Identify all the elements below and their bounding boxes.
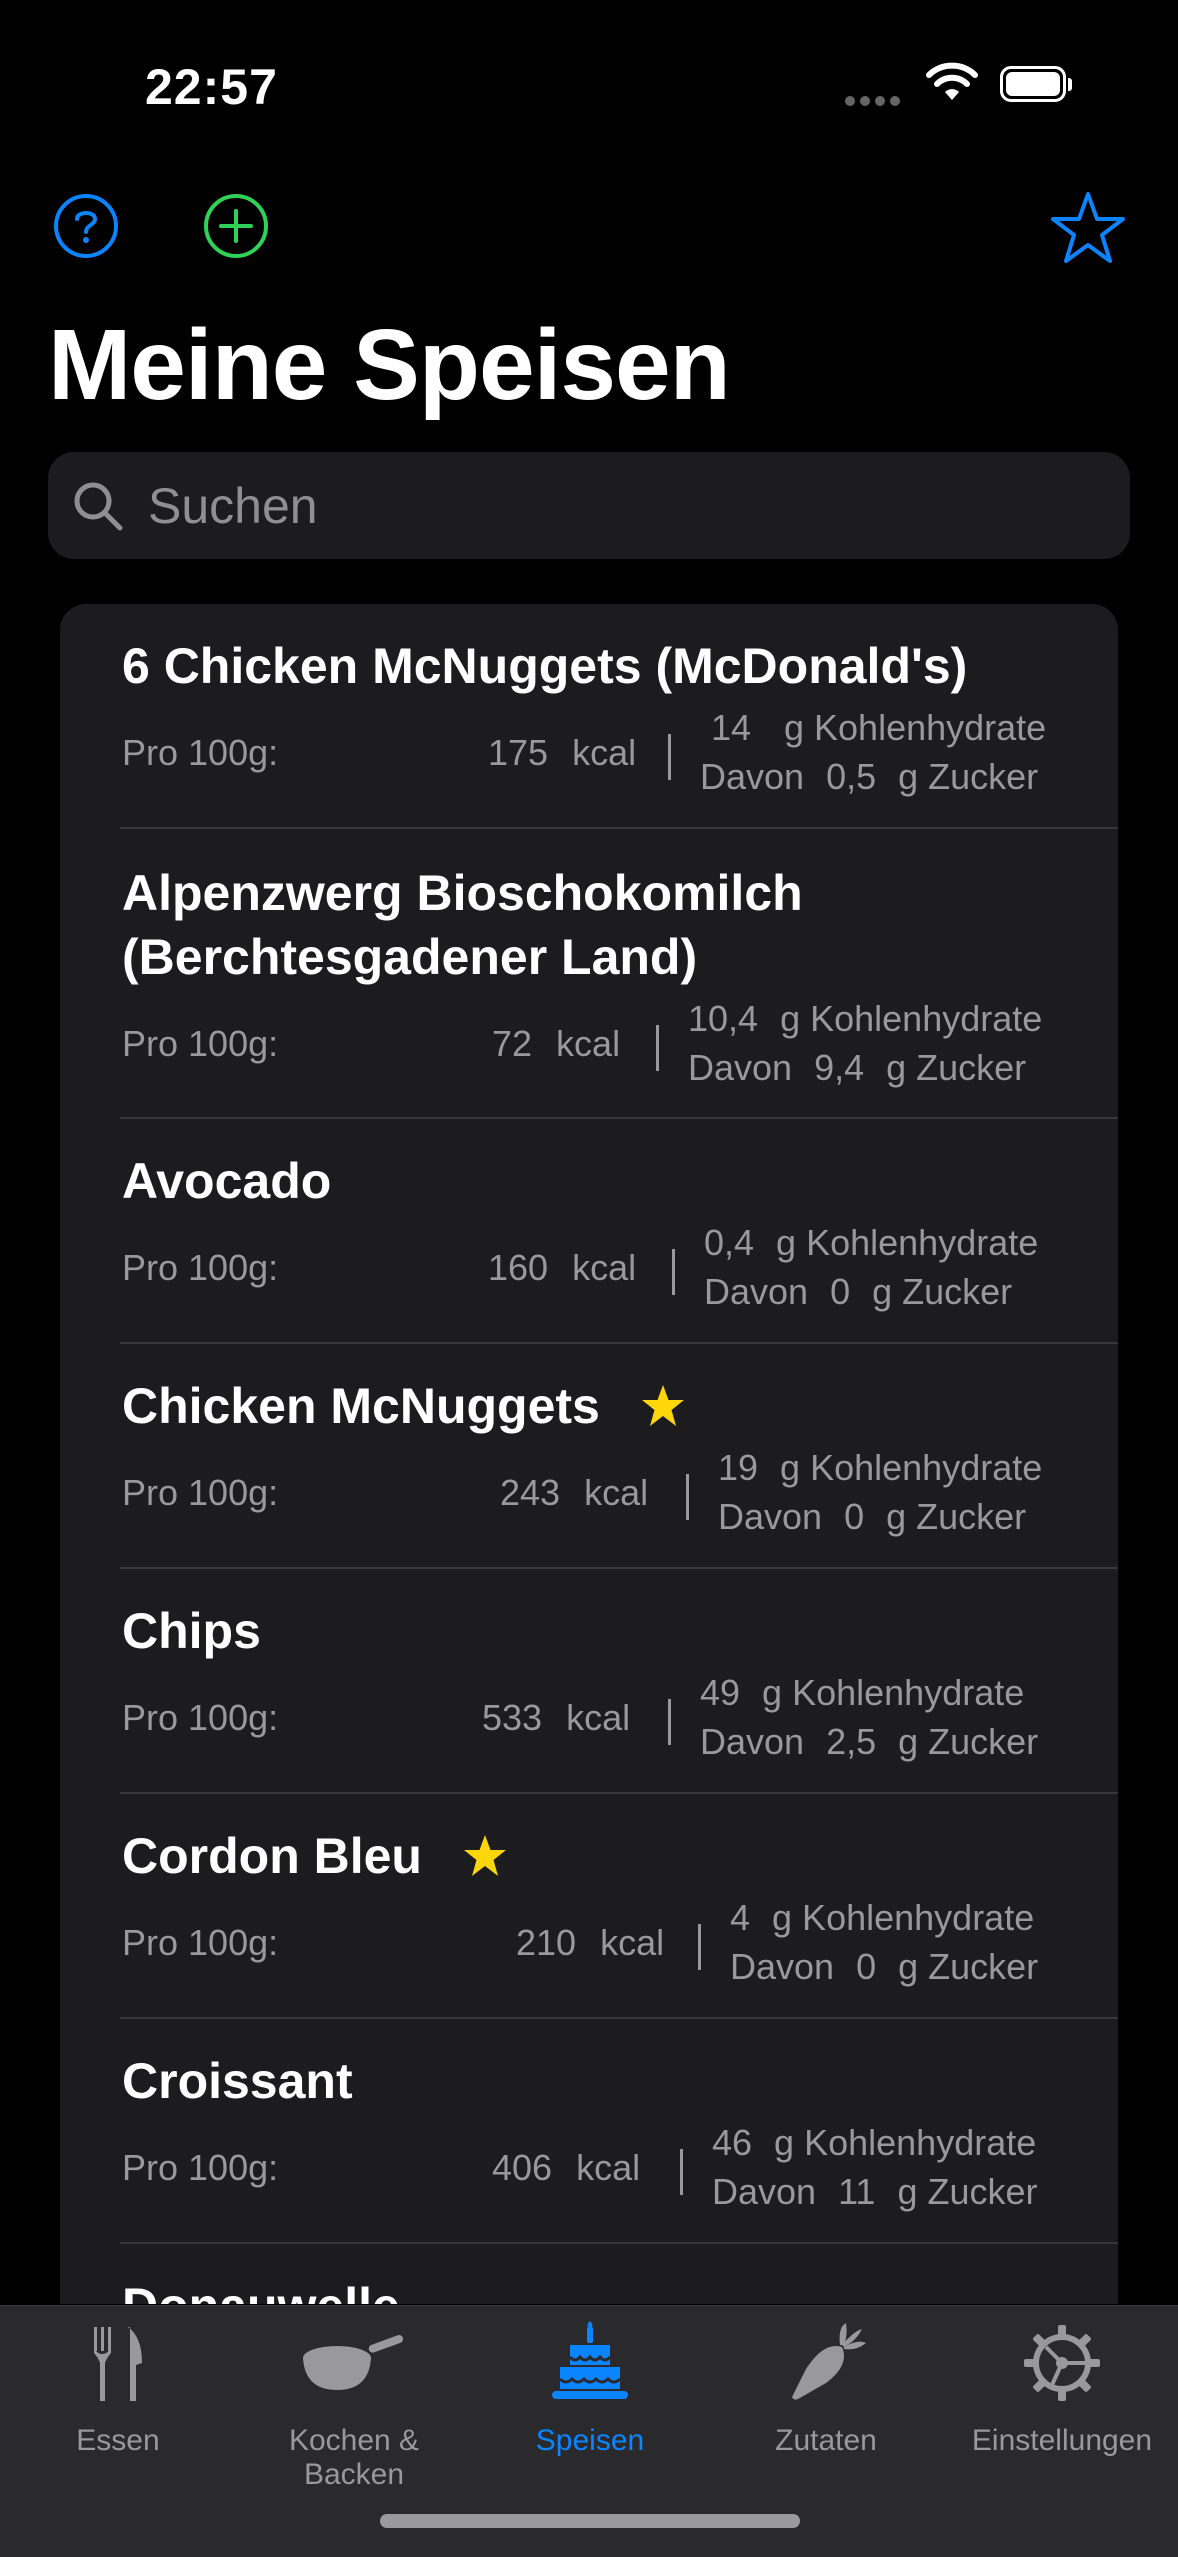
kcal-value: 533 kcal xyxy=(482,1697,631,1738)
add-icon xyxy=(204,194,268,258)
help-button[interactable] xyxy=(53,193,119,259)
fork-knife-icon xyxy=(0,2318,236,2408)
kcal-value: 210 kcal xyxy=(516,1922,665,1963)
item-name: Avocado xyxy=(122,1153,332,1209)
separator xyxy=(698,1924,701,1970)
kcal-value: 160 kcal xyxy=(488,1247,637,1288)
list-item[interactable]: Alpenzwerg Bioschokomilch (Berchtesgaden… xyxy=(60,829,1118,1119)
gear-icon xyxy=(944,2318,1178,2408)
cake-icon xyxy=(472,2318,708,2408)
separator xyxy=(656,1025,659,1071)
help-icon xyxy=(54,194,118,258)
carbs-info: 49 g Kohlenhydrate Davon 2,5 g Zucker xyxy=(700,1672,1039,1762)
list-item[interactable]: Donauwelle xyxy=(60,2244,1118,2304)
status-bar: 22:57 xyxy=(0,0,1178,170)
wifi-icon xyxy=(925,62,979,107)
carbs-info: 4g Kohlenhydrate Davon 0 g Zucker xyxy=(730,1897,1039,1987)
per-100g-label: Pro 100g: xyxy=(122,1247,279,1288)
item-name: Donauwelle xyxy=(122,2274,400,2304)
carbs-info: 10,4 g Kohlenhydrate Davon 9,4 g Zucker xyxy=(688,998,1043,1088)
favorites-button[interactable] xyxy=(1050,190,1126,266)
carbs-info: 0,4 g Kohlenhydrate Davon 0 g Zucker xyxy=(704,1222,1039,1312)
tab-essen[interactable]: Essen xyxy=(0,2306,236,2486)
separator xyxy=(668,734,671,780)
per-100g-label: Pro 100g: xyxy=(122,1023,279,1064)
tab-einstellungen[interactable]: Einstellungen xyxy=(944,2306,1178,2486)
battery-icon xyxy=(1000,66,1072,106)
kcal-value: 406 kcal xyxy=(492,2147,641,2188)
item-name: Chips xyxy=(122,1603,261,1659)
item-name: Cordon Bleu xyxy=(122,1824,508,1888)
item-name: 6 Chicken McNuggets (McDonald's) xyxy=(122,638,968,694)
kcal-value: 175 kcal xyxy=(488,732,637,773)
item-name: Chicken McNuggets xyxy=(122,1374,686,1438)
kcal-value: 72 kcal xyxy=(492,1023,621,1064)
add-button[interactable] xyxy=(203,193,269,259)
search-input[interactable] xyxy=(146,475,1050,536)
separator xyxy=(672,1249,675,1295)
list-item[interactable]: Avocado Pro 100g: 160 kcal 0,4 g Kohlenhyd… xyxy=(60,1119,1118,1344)
favorites-star-icon xyxy=(1051,192,1125,263)
per-100g-label: Pro 100g: xyxy=(122,1922,279,1963)
page-title: Meine Speisen xyxy=(48,309,731,421)
list-item[interactable]: Cordon Bleu Pro 100g: 210 kcal 4g Kohlenh… xyxy=(60,1794,1118,2019)
favorite-star-icon xyxy=(463,1834,506,1876)
per-100g-label: Pro 100g: xyxy=(122,1472,279,1513)
per-100g-label: Pro 100g: xyxy=(122,732,279,773)
list-item[interactable]: Croissant Pro 100g: 406 kcal 46 g Kohlenhy… xyxy=(60,2019,1118,2244)
tab-label: Speisen xyxy=(535,2424,645,2457)
cellular-signal-icon xyxy=(845,93,905,106)
favorite-star-icon xyxy=(641,1384,684,1426)
per-100g-label: Pro 100g: xyxy=(122,2147,279,2188)
frying-pan-icon xyxy=(236,2318,472,2408)
tab-kochen-backen[interactable]: Kochen & Backen xyxy=(236,2306,472,2491)
list-item[interactable]: Chips Pro 100g: 533 kcal 49 g Kohlenhydrat… xyxy=(60,1569,1118,1794)
search-bar[interactable] xyxy=(48,452,1130,559)
item-name-line2: (Berchtesgadener Land) xyxy=(122,929,698,985)
tab-label: Essen xyxy=(76,2424,160,2457)
separator xyxy=(680,2149,683,2195)
carbs-info: 46 g Kohlenhydrate Davon 11 g Zucker xyxy=(712,2122,1038,2212)
item-name: Croissant xyxy=(122,2053,353,2109)
list-item[interactable]: Chicken McNuggets Pro 100g: 243 kcal 19 g … xyxy=(60,1344,1118,1569)
tab-label: Einstellungen xyxy=(971,2424,1153,2457)
list-item[interactable]: 6 Chicken McNuggets (McDonald's) Pro 100… xyxy=(60,604,1118,829)
separator xyxy=(686,1474,689,1520)
home-indicator[interactable] xyxy=(380,2514,800,2528)
separator xyxy=(668,1699,671,1745)
per-100g-label: Pro 100g: xyxy=(122,1697,279,1738)
search-icon xyxy=(70,478,126,534)
tab-label: Kochen & Backen xyxy=(288,2424,420,2491)
carrot-icon xyxy=(708,2318,944,2408)
tab-zutaten[interactable]: Zutaten xyxy=(708,2306,944,2486)
carbs-info: 14 g Kohlenhydrate Davon 0,5 g Zucker xyxy=(700,707,1047,797)
kcal-value: 243 kcal xyxy=(500,1472,649,1513)
carbs-info: 19 g Kohlenhydrate Davon 0 g Zucker xyxy=(718,1447,1043,1537)
status-time: 22:57 xyxy=(145,59,278,115)
tab-label: Zutaten xyxy=(775,2424,877,2457)
item-name: Alpenzwerg Bioschokomilch xyxy=(122,865,803,921)
tab-speisen[interactable]: Speisen xyxy=(472,2306,708,2486)
food-list: 6 Chicken McNuggets (McDonald's) Pro 100… xyxy=(60,604,1118,2304)
